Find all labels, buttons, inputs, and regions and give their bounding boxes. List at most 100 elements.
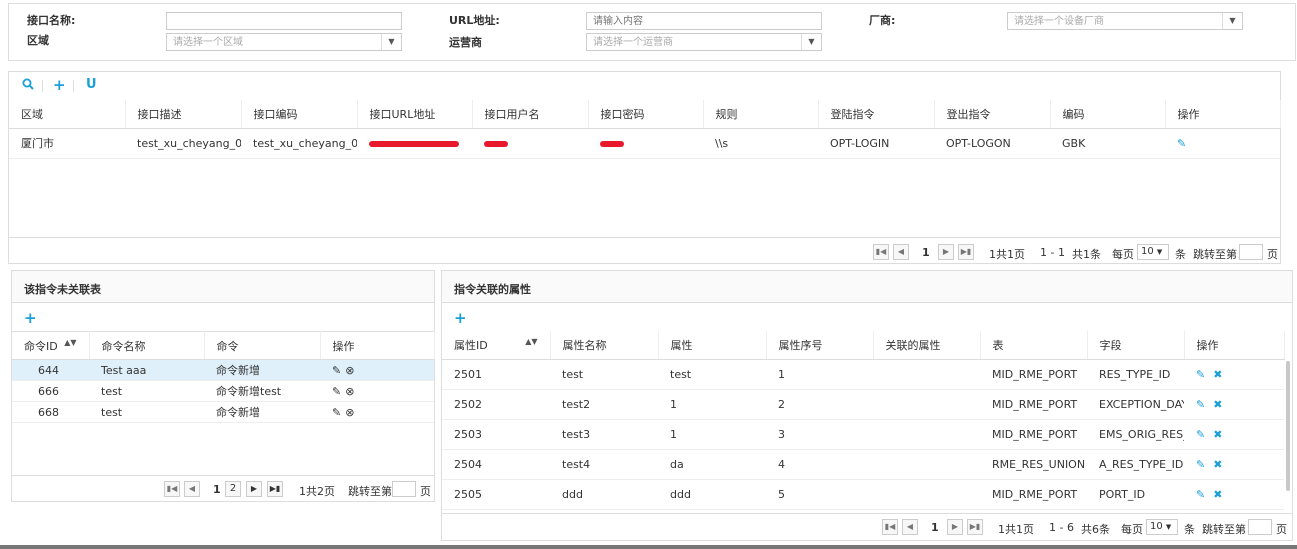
close-icon[interactable]: ✖ <box>1213 428 1222 441</box>
last-page-icon[interactable]: ▶▮ <box>967 519 983 535</box>
pencil-icon[interactable]: ✎ <box>332 364 341 377</box>
delete-circle-icon[interactable]: ⊗ <box>345 364 354 377</box>
add-icon[interactable]: + <box>24 311 37 326</box>
table-row[interactable]: 2501 test test 1 MID_RME_PORT RES_TYPE_ID ✎ ✖ <box>442 359 1284 390</box>
first-page-icon[interactable]: ▮◀ <box>873 244 889 260</box>
cell-id: 2503 <box>442 419 550 450</box>
attribute-pager: ▮◀ ◀ 1 ▶ ▶▮ 1共1页 1 - 6 共6条 每页 10 ▼ 条 跳转至… <box>880 517 1290 537</box>
cell-url <box>357 128 472 159</box>
search-icon[interactable] <box>22 78 34 94</box>
edit-icon[interactable]: ✎ <box>1196 458 1205 471</box>
page-1[interactable]: 1 <box>213 483 221 496</box>
vendor-select[interactable]: 请选择一个设备厂商 ▼ <box>1007 12 1243 30</box>
cell-seq: 4 <box>766 449 873 480</box>
region-select[interactable]: 请选择一个区域 ▼ <box>166 33 402 51</box>
add-icon[interactable]: + <box>454 311 467 326</box>
table-row[interactable]: 2504 test4 da 4 RME_RES_UNION A_RES_TYPE_ID ✎ ✖ <box>442 449 1284 480</box>
range-text: 1 - 1 <box>1040 246 1065 259</box>
table-header-row: 命令ID ▲▼ 命令名称 命令 操作 <box>12 331 435 360</box>
operator-select[interactable]: 请选择一个运营商 ▼ <box>586 33 822 51</box>
edit-icon[interactable]: ✎ <box>1196 488 1205 501</box>
toolbar-divider <box>73 80 74 92</box>
close-icon[interactable]: ✖ <box>1213 488 1222 501</box>
table-row[interactable]: 2502test212MID_RME_PORTEXCEPTION_DAYS✎✖ <box>442 389 1284 420</box>
delete-circle-icon[interactable]: ⊗ <box>345 385 354 398</box>
next-page-icon[interactable]: ▶ <box>938 244 954 260</box>
last-page-icon[interactable]: ▶▮ <box>267 481 283 497</box>
cell-actions: ✎ <box>1165 128 1280 159</box>
table-row[interactable]: 668 test 命令新增 ✎ ⊗ <box>12 401 434 423</box>
url-label: URL地址: <box>449 14 500 27</box>
pencil-icon[interactable]: ✎ <box>332 406 341 419</box>
cell-related <box>873 419 980 450</box>
edit-icon[interactable]: ✎ <box>1177 137 1186 150</box>
jump-input[interactable] <box>1248 519 1272 535</box>
cell-id: 2502 <box>442 389 550 420</box>
first-page-icon[interactable]: ▮◀ <box>882 519 898 535</box>
cell-attr: test <box>658 359 766 390</box>
cell-id: 644 <box>12 359 89 381</box>
table-row[interactable]: 666 test 命令新增test ✎ ⊗ <box>12 380 434 402</box>
col-command-id[interactable]: 命令ID ▲▼ <box>12 331 90 360</box>
col-actions: 操作 <box>1165 100 1281 129</box>
total-pages: 1共1页 <box>998 523 1034 536</box>
url-input[interactable] <box>586 12 822 30</box>
panel-title: 该指令未关联表 <box>12 271 434 303</box>
table-row[interactable]: 2505 ddd ddd 5 MID_RME_PORT PORT_ID ✎ ✖ <box>442 479 1284 510</box>
edit-icon[interactable]: ✎ <box>1196 368 1205 381</box>
prev-page-icon[interactable]: ◀ <box>184 481 200 497</box>
col-command-id-label: 命令ID <box>24 339 58 353</box>
cell-actions: ✎ ✖ <box>1184 359 1284 390</box>
taskbar-edge <box>0 545 1297 549</box>
cell-logout: OPT-LOGON <box>934 128 1050 159</box>
first-page-icon[interactable]: ▮◀ <box>164 481 180 497</box>
jump-input[interactable] <box>392 481 416 497</box>
last-page-icon[interactable]: ▶▮ <box>958 244 974 260</box>
table-row[interactable]: 2503test313MID_RME_PORTEMS_ORIG_RES_ID✎✖ <box>442 419 1284 450</box>
current-page[interactable]: 1 <box>931 521 939 534</box>
per-page-select[interactable]: 10 ▼ <box>1146 519 1178 535</box>
cell-actions: ✎ ⊗ <box>320 401 434 423</box>
close-icon[interactable]: ✖ <box>1213 368 1222 381</box>
total-count: 共6条 <box>1081 523 1110 536</box>
unlink-icon[interactable]: U <box>86 78 97 92</box>
chevron-down-icon: ▼ <box>1165 523 1172 531</box>
cell-actions: ✎ ✖ <box>1184 389 1284 420</box>
close-icon[interactable]: ✖ <box>1213 398 1222 411</box>
close-icon[interactable]: ✖ <box>1213 458 1222 471</box>
table-row[interactable]: 厦门市 test_xu_cheyang_0012 test_xu_cheyang… <box>9 128 1280 159</box>
page-2[interactable]: 2 <box>225 481 241 497</box>
add-icon[interactable]: + <box>53 78 66 93</box>
cell-id: 2501 <box>442 359 550 390</box>
next-page-icon[interactable]: ▶ <box>246 481 262 497</box>
edit-icon[interactable]: ✎ <box>1196 428 1205 441</box>
col-attr-id[interactable]: 属性ID ▲▼ <box>442 331 551 360</box>
cell-password <box>588 128 703 159</box>
sort-icon[interactable]: ▲▼ <box>525 337 537 346</box>
sort-icon[interactable]: ▲▼ <box>64 338 76 347</box>
per-page-unit: 条 <box>1175 248 1186 261</box>
delete-circle-icon[interactable]: ⊗ <box>345 406 354 419</box>
pencil-icon[interactable]: ✎ <box>332 385 341 398</box>
pager-divider <box>442 513 1292 514</box>
cell-name: test4 <box>550 449 658 480</box>
per-page-unit: 条 <box>1184 523 1195 536</box>
interface-name-input[interactable] <box>166 12 402 30</box>
prev-page-icon[interactable]: ◀ <box>893 244 909 260</box>
jump-input[interactable] <box>1239 244 1263 260</box>
per-page-select[interactable]: 10 ▼ <box>1137 244 1169 260</box>
command-table: 命令ID ▲▼ 命令名称 命令 操作 644 Test aaa 命令新增 ✎ ⊗ 6… <box>12 331 435 423</box>
col-table: 表 <box>980 331 1088 360</box>
current-page[interactable]: 1 <box>922 246 930 259</box>
edit-icon[interactable]: ✎ <box>1196 398 1205 411</box>
col-command-name: 命令名称 <box>89 331 205 360</box>
cell-actions: ✎ ✖ <box>1184 449 1284 480</box>
panel-title: 指令关联的属性 <box>442 271 1292 303</box>
prev-page-icon[interactable]: ◀ <box>902 519 918 535</box>
vertical-scrollbar[interactable] <box>1286 361 1290 491</box>
cell-related <box>873 389 980 420</box>
col-rule: 规则 <box>703 100 819 129</box>
table-row[interactable]: 644 Test aaa 命令新增 ✎ ⊗ <box>12 359 434 381</box>
next-page-icon[interactable]: ▶ <box>947 519 963 535</box>
region-select-text: 请选择一个区域 <box>173 37 243 48</box>
